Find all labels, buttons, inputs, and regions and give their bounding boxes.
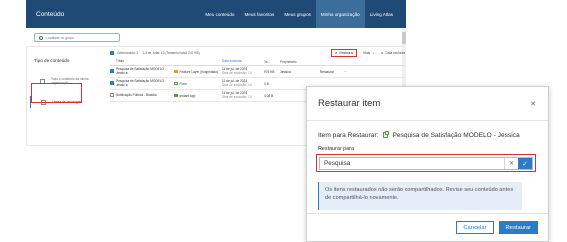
cancel-button[interactable]: Cancelar xyxy=(456,221,494,234)
row-type: Feature Layer (hospedado) xyxy=(179,69,219,74)
sort-icon: ⇅ xyxy=(380,51,384,55)
row-title[interactable]: Notificação Pública - Brasília xyxy=(116,93,174,98)
recycle-bin-highlight xyxy=(31,83,82,103)
item-to-restore-label: Item para Restaurar: xyxy=(318,131,379,139)
restore-icon: ↺ xyxy=(334,51,338,55)
select-all-checkbox[interactable] xyxy=(110,50,115,56)
item-to-restore-name: Pesquisa de Satisfação MODELO - Jessica xyxy=(392,131,520,139)
main-nav: Meu conteúdo Meus favoritos Meus grupos … xyxy=(200,0,398,28)
feature-layer-icon xyxy=(174,69,178,74)
row-days: Dias de exclusão: 14 xyxy=(222,94,252,99)
dialog-header: Restaurar item ✕ xyxy=(307,87,548,121)
nav-my-organization[interactable]: Minha organização xyxy=(315,0,365,28)
row-more-icon[interactable]: ··· xyxy=(344,70,354,74)
instant-app-icon xyxy=(174,93,178,98)
sort-date-excluded-button[interactable]: ⇅ Data excluída xyxy=(381,51,405,55)
more-menu-button[interactable]: Mais ⌄ xyxy=(363,51,374,55)
row-checkbox[interactable] xyxy=(110,92,115,98)
col-size[interactable]: Ta... xyxy=(264,60,280,64)
row-days: Dias de exclusão: 14 xyxy=(222,82,252,87)
form-icon xyxy=(174,81,178,86)
nav-my-favorites[interactable]: Meus favoritos xyxy=(239,0,279,28)
row-size: 0 B xyxy=(264,81,269,86)
folder-field-highlight: ✕ ✓ xyxy=(316,154,536,172)
table-header: Título Data excluída Ta... Proprietário xyxy=(110,58,405,66)
restore-item-dialog: Restaurar item ✕ Item para Restaurar: Pe… xyxy=(306,86,549,242)
nav-my-groups[interactable]: Meus grupos xyxy=(279,0,316,28)
close-icon[interactable]: ✕ xyxy=(530,100,536,108)
restore-to-label: Restaurar para xyxy=(318,146,354,152)
restore-button[interactable]: ↺ Restaurar xyxy=(330,49,358,57)
selected-count: Selecionado: 1 xyxy=(117,51,139,55)
col-date-excluded[interactable]: Data excluída xyxy=(222,59,264,64)
search-icon xyxy=(39,35,43,40)
dialog-body: Item para Restaurar: Pesquisa de Satisfa… xyxy=(307,121,548,210)
row-title[interactable]: Pesquisa de Satisfação MODELO - Jessic a xyxy=(116,67,174,75)
row-days: Dias de exclusão: 14 xyxy=(222,70,252,75)
app-title: Conteúdo xyxy=(36,10,65,18)
row-title[interactable]: Pesquisa de Satisfação MODELO - Jessic a xyxy=(116,79,174,87)
group-search[interactable] xyxy=(34,33,120,42)
col-title[interactable]: Título xyxy=(116,59,174,64)
row-checkbox[interactable] xyxy=(110,68,115,74)
chevron-down-icon: ⌄ xyxy=(372,51,375,55)
nav-my-content[interactable]: Meu conteúdo xyxy=(200,0,239,28)
row-owner: Jessica xyxy=(280,69,291,74)
clear-icon[interactable]: ✕ xyxy=(504,158,518,169)
top-nav-bar: Conteúdo Meu conteúdo Meus favoritos Meu… xyxy=(26,0,406,28)
dialog-footer: Cancelar Restaurar xyxy=(307,213,548,241)
search-input[interactable] xyxy=(46,35,116,40)
sidebar-heading: Tipo de conteúdo xyxy=(34,58,70,63)
confirm-check-icon[interactable]: ✓ xyxy=(518,158,532,169)
result-range: 1-3 de, total: 13 (Tamanho total: 247 KB… xyxy=(142,51,200,55)
folder-input[interactable] xyxy=(320,158,504,169)
row-restore-link[interactable]: Restaurar xyxy=(320,70,344,74)
row-type: Instant App xyxy=(179,93,196,98)
scrollbar-thumb[interactable] xyxy=(402,32,406,44)
table-toolbar: Selecionado: 1 1-3 de, total: 13 (Tamanh… xyxy=(110,48,405,58)
row-checkbox[interactable] xyxy=(110,80,115,86)
nav-living-atlas[interactable]: Living Atlas xyxy=(365,0,398,28)
row-size: 4,08 B xyxy=(264,93,274,98)
restore-confirm-button[interactable]: Restaurar xyxy=(498,221,538,234)
table-row[interactable]: Pesquisa de Satisfação MODELO - Jessic a… xyxy=(110,66,405,78)
row-size: 976 KB xyxy=(264,69,275,74)
item-to-restore: Item para Restaurar: Pesquisa de Satisfa… xyxy=(318,130,537,140)
row-type: Form xyxy=(179,81,187,86)
dialog-title: Restaurar item xyxy=(318,98,381,109)
form-icon xyxy=(383,131,390,139)
info-notice: Os itens restaurados não serão compartil… xyxy=(318,182,522,210)
restore-folder-field[interactable]: ✕ ✓ xyxy=(319,157,533,170)
col-owner[interactable]: Proprietário xyxy=(280,60,320,64)
